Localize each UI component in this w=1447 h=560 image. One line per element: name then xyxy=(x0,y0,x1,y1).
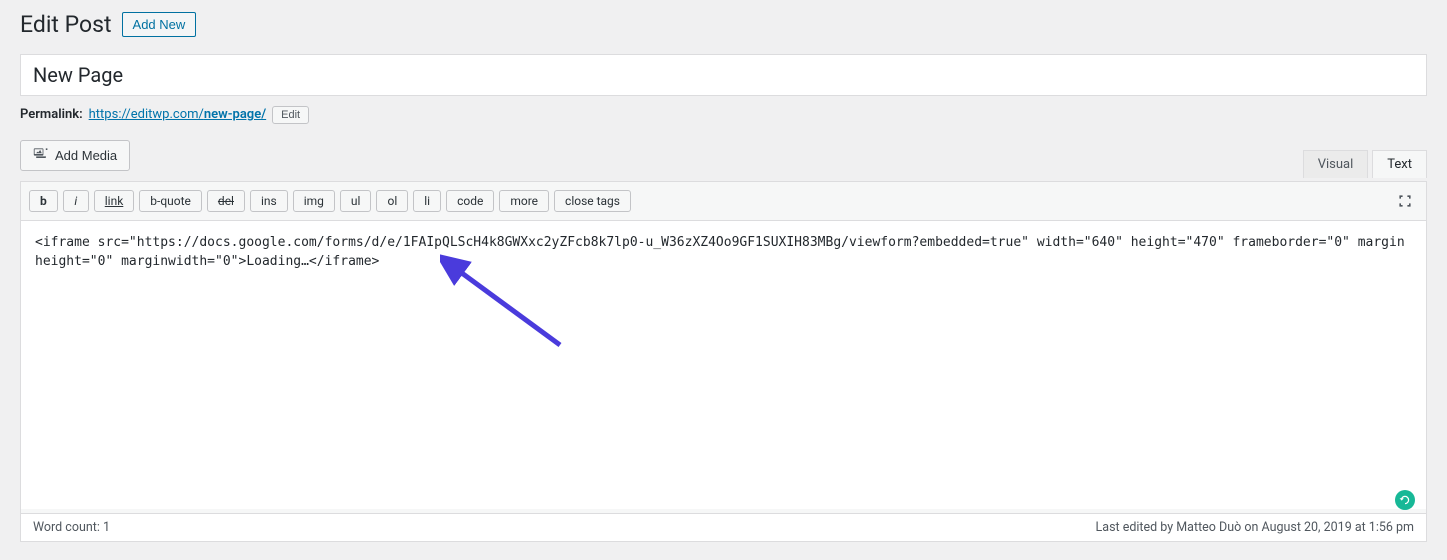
add-new-button[interactable]: Add New xyxy=(122,12,197,37)
permalink-row: Permalink: https://editwp.com/new-page/ … xyxy=(20,106,1427,124)
tab-text[interactable]: Text xyxy=(1372,150,1427,178)
permalink-link[interactable]: https://editwp.com/new-page/ xyxy=(89,107,267,122)
word-count: Word count: 1 xyxy=(33,520,110,535)
qt-img-button[interactable]: img xyxy=(293,190,335,212)
qt-ol-button[interactable]: ol xyxy=(376,190,408,212)
add-media-button[interactable]: Add Media xyxy=(20,140,130,171)
qt-link-button[interactable]: link xyxy=(94,190,135,212)
qt-ul-button[interactable]: ul xyxy=(340,190,372,212)
fullscreen-icon[interactable] xyxy=(1394,190,1416,216)
tab-visual[interactable]: Visual xyxy=(1303,150,1369,178)
qt-del-button[interactable]: del xyxy=(207,190,245,212)
edit-slug-button[interactable]: Edit xyxy=(272,106,309,124)
page-title: Edit Post xyxy=(20,10,112,40)
status-bar: Word count: 1 Last edited by Matteo Duò … xyxy=(21,513,1426,541)
qt-italic-button[interactable]: i xyxy=(63,190,89,212)
add-media-label: Add Media xyxy=(55,148,117,163)
autosave-badge-icon xyxy=(1395,490,1415,510)
last-edited-label: Last edited by Matteo Duò on August 20, … xyxy=(1096,520,1414,535)
permalink-base: https://editwp.com/ xyxy=(89,107,204,122)
qt-bquote-button[interactable]: b-quote xyxy=(139,190,202,212)
editor-frame: b i link b-quote del ins img ul ol li co… xyxy=(20,181,1427,542)
post-title-input[interactable] xyxy=(20,54,1427,96)
permalink-slug: new-page/ xyxy=(204,107,266,122)
qt-code-button[interactable]: code xyxy=(446,190,494,212)
permalink-label: Permalink: xyxy=(20,107,83,122)
qt-bold-button[interactable]: b xyxy=(29,190,58,212)
content-textarea[interactable] xyxy=(21,221,1426,509)
qt-close-tags-button[interactable]: close tags xyxy=(554,190,631,212)
qt-more-button[interactable]: more xyxy=(499,190,549,212)
media-icon xyxy=(33,146,49,165)
quicktags-toolbar: b i link b-quote del ins img ul ol li co… xyxy=(21,182,1426,221)
qt-ins-button[interactable]: ins xyxy=(250,190,288,212)
qt-li-button[interactable]: li xyxy=(413,190,441,212)
